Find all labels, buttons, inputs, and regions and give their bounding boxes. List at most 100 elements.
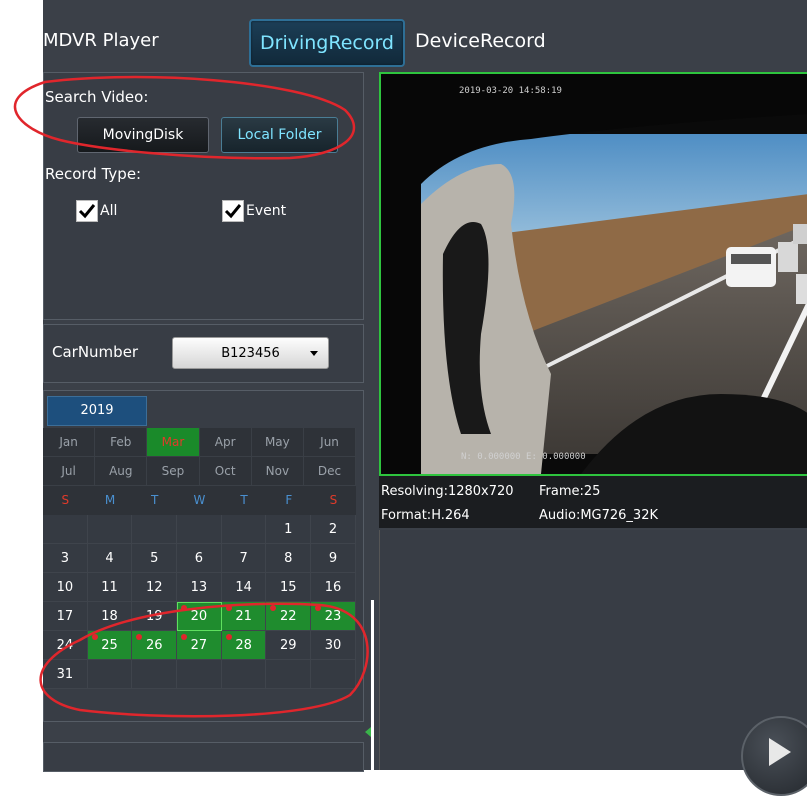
weekday-mon: M	[87, 486, 133, 515]
calendar-day[interactable]: 21	[221, 602, 267, 631]
month-jun[interactable]: Jun	[303, 428, 357, 457]
calendar-day-label: 25	[101, 638, 118, 653]
month-jan[interactable]: Jan	[43, 428, 96, 457]
playback-panel	[379, 530, 807, 770]
osd-timestamp: 2019-03-20 14:58:19	[459, 86, 562, 96]
month-dec[interactable]: Dec	[303, 457, 357, 486]
month-nov[interactable]: Nov	[251, 457, 304, 486]
record-marker-icon	[181, 605, 188, 611]
month-feb[interactable]: Feb	[95, 428, 148, 457]
calendar-day[interactable]: 25	[87, 631, 133, 660]
month-oct[interactable]: Oct	[199, 457, 252, 486]
checkmark-icon	[76, 200, 98, 222]
calendar-day-label: 1	[284, 522, 293, 537]
calendar-empty-cell	[221, 515, 267, 544]
calendar-day[interactable]: 16	[311, 573, 356, 602]
calendar-day[interactable]: 3	[43, 544, 88, 573]
calendar-day[interactable]: 24	[43, 631, 88, 660]
all-checkbox-label: All	[100, 203, 118, 219]
record-marker-icon	[225, 634, 232, 640]
calendar-empty-cell	[132, 515, 178, 544]
calendar-day[interactable]: 29	[266, 631, 312, 660]
record-marker-icon	[270, 605, 277, 611]
calendar-day[interactable]: 23	[311, 602, 356, 631]
calendar-day[interactable]: 18	[87, 602, 133, 631]
format-text: Format:H.264	[381, 508, 470, 523]
calendar-day[interactable]: 8	[266, 544, 312, 573]
calendar-day[interactable]: 28	[221, 631, 267, 660]
calendar-day[interactable]: 17	[43, 602, 88, 631]
calendar-day[interactable]: 31	[43, 660, 88, 689]
camera-frame: 2019-03-20 14:58:19 N: 0.000000 E: 0.000…	[381, 74, 807, 474]
calendar-day[interactable]: 19	[132, 602, 178, 631]
bottom-panel	[43, 742, 364, 772]
month-may[interactable]: May	[251, 428, 304, 457]
calendar-day[interactable]: 9	[311, 544, 356, 573]
year-selector[interactable]: 2019	[47, 396, 147, 426]
audio-text: Audio:MG726_32K	[539, 508, 658, 523]
frame-text: Frame:25	[539, 484, 601, 499]
calendar-day-label: 12	[145, 580, 163, 595]
calendar-day-label: 28	[235, 638, 252, 653]
calendar-day[interactable]: 4	[87, 544, 133, 573]
all-checkbox[interactable]: All	[76, 200, 117, 222]
calendar-day-label: 4	[105, 551, 114, 566]
calendar-empty-cell	[266, 660, 312, 689]
calendar-day[interactable]: 26	[132, 631, 178, 660]
calendar-day-label: 7	[239, 551, 248, 566]
tab-device-record[interactable]: DeviceRecord	[415, 19, 546, 63]
calendar-day[interactable]: 22	[266, 602, 312, 631]
play-icon	[769, 738, 791, 766]
calendar-empty-cell	[87, 515, 133, 544]
calendar-day[interactable]: 2	[311, 515, 356, 544]
search-panel	[43, 72, 364, 320]
month-sep[interactable]: Sep	[147, 457, 200, 486]
calendar-day-label: 27	[190, 638, 208, 653]
calendar-day[interactable]: 7	[221, 544, 267, 573]
play-button[interactable]	[741, 716, 807, 796]
calendar-empty-cell	[43, 515, 88, 544]
event-checkbox[interactable]: Event	[222, 200, 286, 222]
calendar-day-label: 19	[145, 609, 163, 624]
local-folder-button[interactable]: Local Folder	[221, 117, 338, 153]
car-number-select[interactable]: B123456	[172, 337, 329, 369]
expand-arrow-icon[interactable]	[365, 727, 371, 737]
calendar-day[interactable]: 1	[266, 515, 312, 544]
calendar-day[interactable]: 13	[177, 573, 222, 602]
checkmark-icon	[222, 200, 244, 222]
calendar-day[interactable]: 11	[87, 573, 133, 602]
video-preview[interactable]: 2019-03-20 14:58:19 N: 0.000000 E: 0.000…	[379, 72, 807, 476]
calendar-day[interactable]: 30	[311, 631, 356, 660]
calendar-day[interactable]: 6	[177, 544, 222, 573]
calendar-day-label: 20	[190, 609, 208, 624]
calendar-day-label: 11	[101, 580, 118, 595]
car-number-value: B123456	[221, 345, 280, 361]
calendar-day[interactable]: 27	[177, 631, 222, 660]
calendar-day[interactable]: 5	[132, 544, 178, 573]
scrollbar[interactable]	[371, 600, 374, 770]
event-checkbox-label: Event	[246, 203, 287, 219]
moving-disk-button[interactable]: MovingDisk	[77, 117, 209, 153]
calendar-day-label: 26	[145, 638, 163, 653]
calendar-day-label: 23	[324, 609, 342, 624]
record-marker-icon	[315, 605, 322, 611]
calendar-day-label: 2	[328, 522, 338, 537]
tab-driving-record[interactable]: DrivingRecord	[249, 19, 405, 67]
record-type-label: Record Type:	[45, 165, 142, 183]
calendar-day[interactable]: 20	[177, 602, 222, 631]
month-mar[interactable]: Mar	[147, 428, 200, 457]
month-apr[interactable]: Apr	[199, 428, 252, 457]
chevron-down-icon	[310, 351, 318, 356]
month-aug[interactable]: Aug	[95, 457, 148, 486]
app-title: MDVR Player	[43, 30, 159, 51]
calendar-day[interactable]: 14	[221, 573, 267, 602]
calendar-day-label: 17	[56, 609, 74, 624]
calendar-empty-cell	[132, 660, 178, 689]
calendar-day[interactable]: 12	[132, 573, 178, 602]
car-number-label: CarNumber	[52, 343, 139, 361]
month-jul[interactable]: Jul	[43, 457, 96, 486]
calendar: Jan Feb Mar Apr May Jun Jul Aug Sep Oct …	[43, 428, 357, 689]
calendar-day[interactable]: 10	[43, 573, 88, 602]
calendar-day[interactable]: 15	[266, 573, 312, 602]
calendar-day-label: 22	[280, 609, 297, 624]
